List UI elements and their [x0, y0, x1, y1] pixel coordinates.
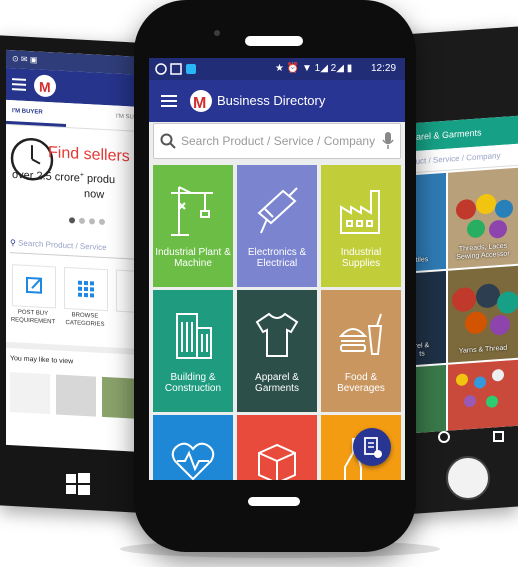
action-label-browse: BROWSE CATEGORIES: [65, 312, 105, 329]
category-card[interactable]: [448, 359, 518, 431]
right-phone-home-button[interactable]: [446, 456, 490, 500]
category-card[interactable]: Yarns & Thread: [448, 265, 518, 363]
category-tile-building[interactable]: Building & Construction: [153, 290, 233, 412]
buttons-image: [456, 369, 504, 408]
heart-pulse-icon: [171, 442, 215, 480]
category-label: Electronics & Electrical: [247, 247, 307, 269]
banner-subtitle-plus: +: [79, 171, 84, 179]
product-thumb[interactable]: [56, 374, 96, 417]
app-logo-icon: M: [189, 88, 213, 114]
status-icons: ★ ⏰ ▼ 1◢ 2◢ ▮: [275, 63, 353, 74]
status-bar: ★ ⏰ ▼ 1◢ 2◢ ▮ 12:29: [149, 58, 405, 80]
burger-drink-icon: [338, 313, 383, 355]
factory-icon: [340, 190, 380, 234]
category-tile-health[interactable]: [153, 415, 233, 480]
may-like-heading: You may like to view: [10, 355, 74, 366]
browse-categories-button[interactable]: [64, 266, 108, 312]
search-icon: [160, 133, 176, 154]
category-tile-packaging[interactable]: [237, 415, 317, 480]
quick-action-fab[interactable]: [353, 428, 391, 466]
action-label-post-buy: POST BUY REQUIREMENT: [10, 309, 56, 326]
document-edit-icon: [364, 437, 382, 458]
notification-icons: [155, 63, 196, 75]
search-input[interactable]: Search Product / Service / Company: [153, 123, 401, 159]
category-tile-electronics[interactable]: Electronics & Electrical: [237, 165, 317, 287]
category-label: Apparel & Garments: [255, 372, 299, 394]
category-label: Industrial Supplies: [340, 247, 382, 269]
banner-title: Find sellers: [48, 144, 130, 166]
box-icon: [258, 443, 296, 480]
svg-text:M: M: [193, 95, 206, 112]
crane-icon: [171, 186, 213, 236]
grid-icon: [78, 280, 94, 298]
earpiece-speaker: [245, 36, 303, 46]
center-phone-screen: ★ ⏰ ▼ 1◢ 2◢ ▮ 12:29 M Business Directory…: [149, 58, 405, 480]
drill-icon: [257, 187, 298, 234]
status-time: 12:29: [371, 63, 397, 74]
right-phone-screen: pparel & Garments roduct / Service / Com…: [398, 115, 518, 435]
menu-icon[interactable]: [161, 94, 177, 113]
category-tile-industrial-plant[interactable]: Industrial Plant & Machine: [153, 165, 233, 287]
banner-now: now: [84, 187, 105, 202]
front-camera: [214, 30, 220, 36]
category-card[interactable]: Threads, Laces Sewing Accessor: [448, 167, 518, 269]
search-placeholder: Search Product / Service: [18, 238, 107, 253]
menu-icon[interactable]: [12, 77, 26, 92]
home-nav-icon: [438, 431, 450, 443]
category-label: Building & Construction: [164, 372, 222, 394]
carousel-dots: [68, 211, 108, 231]
microphone-icon[interactable]: [382, 132, 394, 155]
app-title: Business Directory: [217, 93, 326, 108]
tab-seller[interactable]: I'M SU: [116, 114, 134, 121]
svg-text:M: M: [39, 79, 51, 96]
logo-icon: M: [34, 74, 56, 98]
post-buy-requirement-button[interactable]: [12, 264, 56, 309]
category-label: Food & Beverages: [337, 372, 385, 394]
recent-apps-icon: [493, 431, 504, 442]
search-icon: ⚲: [10, 238, 16, 248]
search-placeholder: Search Product / Service / Company: [181, 134, 375, 148]
tab-buyer[interactable]: I'M BUYER: [12, 108, 43, 116]
category-tile-apparel[interactable]: Apparel & Garments: [237, 290, 317, 412]
android-nav-bar: [410, 425, 518, 449]
windows-logo-icon[interactable]: [58, 470, 98, 498]
tshirt-icon: [255, 312, 299, 357]
category-tile-food[interactable]: Food & Beverages: [321, 290, 401, 412]
banner-subtitle-suffix: produ: [87, 172, 116, 187]
category-label: Industrial Plant & Machine: [155, 247, 231, 269]
building-icon: [176, 313, 212, 359]
home-bar[interactable]: [248, 497, 300, 506]
edit-icon: [26, 276, 42, 294]
tab-indicator: [6, 120, 66, 128]
app-bar: M Business Directory: [149, 80, 405, 122]
product-thumb[interactable]: [10, 372, 50, 415]
category-tile-industrial-supplies[interactable]: Industrial Supplies: [321, 165, 401, 287]
